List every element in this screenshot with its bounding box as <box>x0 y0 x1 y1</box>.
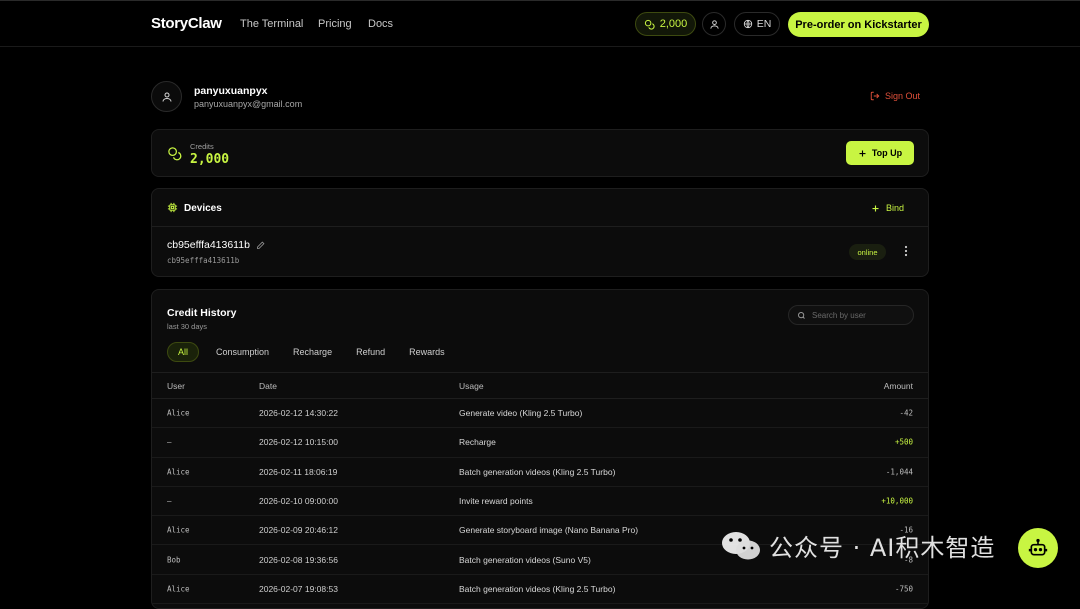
nav-link-pricing[interactable]: Pricing <box>318 18 352 30</box>
language-switcher[interactable]: EN <box>734 12 780 36</box>
tab-recharge[interactable]: Recharge <box>293 347 332 357</box>
cell-user: Bob <box>167 555 181 565</box>
user-icon <box>162 92 171 102</box>
top-up-label: Top Up <box>871 148 903 158</box>
cell-date: 2026-02-07 19:08:53 <box>259 583 338 594</box>
cell-usage: Invite reward points <box>459 496 533 507</box>
cell-usage: Batch generation videos (Kling 2.5 Turbo… <box>459 466 616 477</box>
bind-label: Bind <box>886 203 905 213</box>
logo[interactable]: StoryClaw <box>151 15 222 32</box>
credit-history-title: Credit History <box>167 307 237 319</box>
cell-user: — <box>167 437 172 447</box>
top-up-button[interactable]: Top Up <box>846 141 914 165</box>
cell-amount: -750 <box>894 584 913 594</box>
nav-link-docs[interactable]: Docs <box>368 18 393 30</box>
user-icon <box>709 19 719 29</box>
credit-history-subtitle: last 30 days <box>167 322 208 331</box>
table-row[interactable]: Alice 2026-02-11 18:06:19 Batch generation… <box>152 458 928 487</box>
cell-usage: Generate video (Kling 2.5 Turbo) <box>459 408 583 419</box>
bind-device-button[interactable]: Bind <box>871 203 904 213</box>
tab-consumption[interactable]: Consumption <box>216 347 269 357</box>
table-row[interactable]: Alice 2026-02-07 19:08:53 Batch generation… <box>152 575 928 605</box>
tab-rewards[interactable]: Rewards <box>409 347 445 357</box>
devices-title: Devices <box>184 203 222 214</box>
nav-credits-value: 2,000 <box>659 18 688 30</box>
cell-usage: Batch generation videos (Kling 2.5 Turbo… <box>459 583 616 594</box>
table-row[interactable]: — 2026-02-10 09:00:00 Invite reward points… <box>152 487 928 517</box>
cell-date: 2026-02-10 09:00:00 <box>259 496 338 507</box>
nav-link-terminal[interactable]: The Terminal <box>240 18 303 30</box>
status-badge: online <box>849 244 886 260</box>
cell-amount: +10,000 <box>881 496 913 506</box>
search-input[interactable] <box>812 310 907 320</box>
cell-date: 2026-02-11 18:06:19 <box>259 466 338 477</box>
devices-header: Devices Bind <box>152 189 928 227</box>
user-menu-button[interactable] <box>702 12 726 36</box>
cell-date: 2026-02-08 19:36:56 <box>259 554 338 565</box>
search-box <box>788 305 914 325</box>
globe-icon <box>743 19 752 29</box>
tab-all[interactable]: All <box>167 342 200 362</box>
sign-out-label: Sign Out <box>885 91 921 101</box>
plus-icon <box>872 205 879 211</box>
device-name-text: cb95efffa413611b <box>167 239 250 251</box>
column-header-amount[interactable]: Amount <box>884 381 913 391</box>
table-header: User Date Usage Amount <box>152 372 928 399</box>
cell-amount: -42 <box>899 408 913 418</box>
credits-card: Credits 2,000 Top Up <box>151 129 929 177</box>
language-label: EN <box>756 18 772 30</box>
devices-card: Devices Bind cb95efffa413611b cb95efffa4… <box>151 188 929 277</box>
search-icon <box>798 311 805 319</box>
table-row[interactable]: Alice 2026-02-12 14:30:22 Generate video (… <box>152 399 928 429</box>
more-vertical-icon[interactable] <box>902 245 910 257</box>
avatar <box>151 81 182 112</box>
plus-icon <box>859 150 866 156</box>
cell-usage: Generate storyboard image (Nano Banana P… <box>459 525 639 536</box>
table-row[interactable]: — 2026-02-12 10:15:00 Recharge +500 <box>152 428 928 458</box>
history-table: User Date Usage Amount Alice 2026-02-12 1… <box>152 372 928 605</box>
pencil-icon[interactable] <box>256 241 265 250</box>
table-body: Alice 2026-02-12 14:30:22 Generate video (… <box>152 399 928 605</box>
coins-icon <box>644 19 655 30</box>
cell-user: Alice <box>167 408 190 418</box>
nav-credits-badge[interactable]: 2,000 <box>635 12 696 36</box>
logout-icon <box>870 91 880 101</box>
cell-date: 2026-02-09 20:46:12 <box>259 525 338 536</box>
device-id: cb95efffa413611b <box>167 256 240 265</box>
chip-icon <box>167 202 178 213</box>
cell-date: 2026-02-12 14:30:22 <box>259 408 338 419</box>
watermark: 公众号 · AI积木智造 <box>721 528 995 563</box>
wechat-icon <box>722 531 760 559</box>
top-nav: StoryClaw The Terminal Pricing Docs 2,00… <box>0 0 1080 47</box>
column-header-date[interactable]: Date <box>259 381 277 391</box>
cell-amount: -1,044 <box>885 467 913 477</box>
cell-usage: Batch generation videos (Suno V5) <box>459 554 591 565</box>
cell-user: Alice <box>167 467 190 477</box>
cell-user: Alice <box>167 584 190 594</box>
profile-username: panyuxuanpyx <box>194 85 268 97</box>
tab-refund[interactable]: Refund <box>356 347 385 357</box>
credits-value: 2,000 <box>190 152 230 167</box>
device-name: cb95efffa413611b <box>167 239 265 251</box>
assistant-bot-button[interactable] <box>1018 528 1058 568</box>
history-tabs: All Consumption Recharge Refund Rewards <box>167 342 469 362</box>
cell-usage: Recharge <box>459 437 496 448</box>
bot-icon <box>1028 538 1048 556</box>
column-header-usage[interactable]: Usage <box>459 381 484 391</box>
sign-out-button[interactable]: Sign Out <box>870 91 920 101</box>
column-header-user[interactable]: User <box>167 381 185 391</box>
preorder-button[interactable]: Pre-order on Kickstarter <box>788 12 929 37</box>
credits-label: Credits <box>190 142 214 151</box>
cell-user: — <box>167 496 172 506</box>
watermark-text: 公众号 · AI积木智造 <box>769 534 996 562</box>
profile-email: panyuxuanpyx@gmail.com <box>194 99 303 109</box>
cell-user: Alice <box>167 525 190 535</box>
cell-date: 2026-02-12 10:15:00 <box>259 437 338 448</box>
cell-amount: +500 <box>894 437 913 447</box>
coins-icon <box>168 147 182 161</box>
